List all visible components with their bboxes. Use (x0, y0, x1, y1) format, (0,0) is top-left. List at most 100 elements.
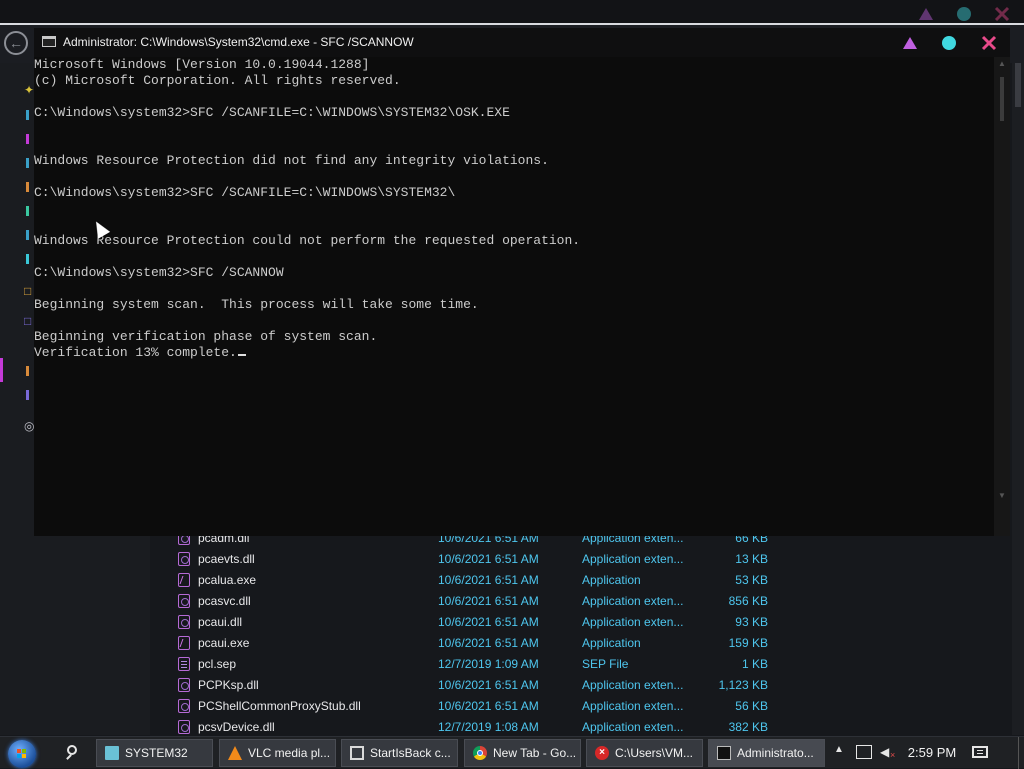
file-name: pcalua.exe (198, 573, 257, 587)
cmd-icon[interactable] (42, 36, 56, 47)
console-output[interactable]: Microsoft Windows [Version 10.0.19044.12… (34, 57, 994, 536)
taskbar-button-error-window[interactable]: × C:\Users\VM... (586, 739, 703, 767)
taskbar-button-vlc[interactable]: VLC media pl... (219, 739, 336, 767)
file-row[interactable]: pcasvc.dll 10/6/2021 6:51 AM Application… (158, 591, 1008, 612)
file-date: 10/6/2021 6:51 AM (438, 678, 539, 692)
minimize-icon[interactable] (902, 35, 918, 51)
show-desktop-button[interactable] (1018, 737, 1024, 769)
console-line: Beginning verification phase of system s… (34, 329, 378, 344)
background-window-controls (918, 6, 1010, 22)
show-hidden-icons-icon[interactable]: ▲ (834, 744, 844, 755)
nav-item-marker[interactable] (26, 230, 29, 240)
startisback-icon (350, 746, 364, 760)
nav-item-marker[interactable] (26, 182, 29, 192)
maximize-icon[interactable] (956, 6, 972, 22)
nav-item-marker[interactable] (26, 254, 29, 264)
scrollbar-thumb[interactable] (1015, 63, 1021, 107)
taskbar-button-explorer[interactable]: SYSTEM32 (96, 739, 213, 767)
nav-item-marker[interactable] (26, 158, 29, 168)
error-icon: × (595, 746, 609, 760)
file-size: 159 KB (728, 636, 768, 650)
file-size: 53 KB (735, 573, 768, 587)
file-type: Application exten... (582, 615, 684, 629)
taskbar-button-label: C:\Users\VM... (615, 746, 694, 760)
back-button[interactable]: ← (4, 31, 28, 55)
taskbar-button-chrome[interactable]: New Tab - Go... (464, 739, 581, 767)
nav-item-marker[interactable] (26, 110, 29, 120)
dll-file-icon (178, 678, 190, 692)
file-type: Application (582, 573, 641, 587)
scroll-down-arrow-icon[interactable]: ▼ (998, 491, 1006, 500)
network-icon[interactable] (856, 745, 872, 759)
monitor-icon[interactable]: □ (24, 315, 31, 327)
file-row[interactable]: PCShellCommonProxyStub.dll 10/6/2021 6:5… (158, 696, 1008, 717)
file-size: 382 KB (728, 720, 768, 734)
scrollbar-thumb[interactable] (1000, 77, 1004, 121)
file-date: 12/7/2019 1:08 AM (438, 720, 539, 734)
scroll-up-arrow-icon[interactable]: ▲ (998, 59, 1006, 68)
file-size: 1,123 KB (718, 678, 768, 692)
file-row[interactable]: PCPKsp.dll 10/6/2021 6:51 AM Application… (158, 675, 1008, 696)
folder-icon[interactable]: □ (24, 285, 31, 297)
file-type: Application exten... (582, 699, 684, 713)
file-date: 10/6/2021 6:51 AM (438, 552, 539, 566)
console-line: C:\Windows\system32>SFC /SCANFILE=C:\WIN… (34, 105, 510, 120)
file-name: pcaui.exe (198, 636, 250, 650)
file-type: Application exten... (582, 594, 684, 608)
file-row[interactable]: pcl.sep 12/7/2019 1:09 AM SEP File 1 KB (158, 654, 1008, 675)
console-line: Windows Resource Protection did not find… (34, 153, 549, 168)
window-title: Administrator: C:\Windows\System32\cmd.e… (63, 35, 414, 49)
close-icon[interactable] (981, 35, 997, 51)
minimize-icon[interactable] (918, 6, 934, 22)
taskbar-button-label: New Tab - Go... (493, 746, 577, 760)
maximize-icon[interactable] (941, 35, 957, 51)
file-date: 10/6/2021 6:51 AM (438, 636, 539, 650)
file-row[interactable]: pcaevts.dll 10/6/2021 6:51 AM Applicatio… (158, 549, 1008, 570)
nav-item-marker[interactable] (26, 390, 29, 400)
console-scrollbar[interactable]: ▲ ▼ (994, 57, 1010, 536)
console-line: C:\Windows\system32>SFC /SCANFILE=C:\WIN… (34, 185, 456, 200)
nav-item-marker[interactable] (26, 206, 29, 216)
quick-access-icon[interactable]: ✦ (24, 84, 34, 96)
file-size: 13 KB (735, 552, 768, 566)
file-type: SEP File (582, 657, 629, 671)
nav-item-marker[interactable] (26, 366, 29, 376)
application-file-icon (178, 573, 190, 587)
close-icon[interactable] (994, 6, 1010, 22)
file-size: 56 KB (735, 699, 768, 713)
vlc-icon (228, 746, 242, 760)
start-button[interactable] (8, 740, 36, 768)
notification-center-icon[interactable] (972, 746, 988, 758)
file-name: PCShellCommonProxyStub.dll (198, 699, 361, 713)
file-row[interactable]: pcaui.exe 10/6/2021 6:51 AM Application … (158, 633, 1008, 654)
file-row[interactable]: pcalua.exe 10/6/2021 6:51 AM Application… (158, 570, 1008, 591)
file-date: 10/6/2021 6:51 AM (438, 573, 539, 587)
dll-file-icon (178, 615, 190, 629)
cmd-window[interactable]: Administrator: C:\Windows\System32\cmd.e… (34, 28, 1010, 536)
file-name: pcl.sep (198, 657, 237, 671)
taskbar-button-label: SYSTEM32 (125, 746, 188, 760)
taskbar-button-cmd[interactable]: Administrato... (708, 739, 825, 767)
console-line: Beginning system scan. This process will… (34, 297, 479, 312)
search-button[interactable] (58, 737, 90, 769)
file-size: 1 KB (741, 657, 768, 671)
file-row[interactable]: pcsvDevice.dll 12/7/2019 1:08 AM Applica… (158, 717, 1008, 735)
taskbar-button-startisback[interactable]: StartIsBack c... (341, 739, 458, 767)
file-type: Application exten... (582, 720, 684, 734)
file-type: Application (582, 636, 641, 650)
file-row[interactable]: pcaui.dll 10/6/2021 6:51 AM Application … (158, 612, 1008, 633)
file-type: Application exten... (582, 678, 684, 692)
explorer-scrollbar[interactable] (1012, 63, 1024, 735)
clock[interactable]: 2:59 PM (904, 737, 960, 769)
cmd-icon (717, 746, 731, 760)
nav-item-marker[interactable] (26, 134, 29, 144)
cmd-titlebar[interactable]: Administrator: C:\Windows\System32\cmd.e… (34, 28, 1010, 57)
file-list: pcadm.dll 10/6/2021 6:51 AM Application … (158, 528, 1008, 735)
network-icon[interactable]: ◎ (24, 420, 34, 432)
file-name: pcaui.dll (198, 615, 243, 629)
dll-file-icon (178, 552, 190, 566)
